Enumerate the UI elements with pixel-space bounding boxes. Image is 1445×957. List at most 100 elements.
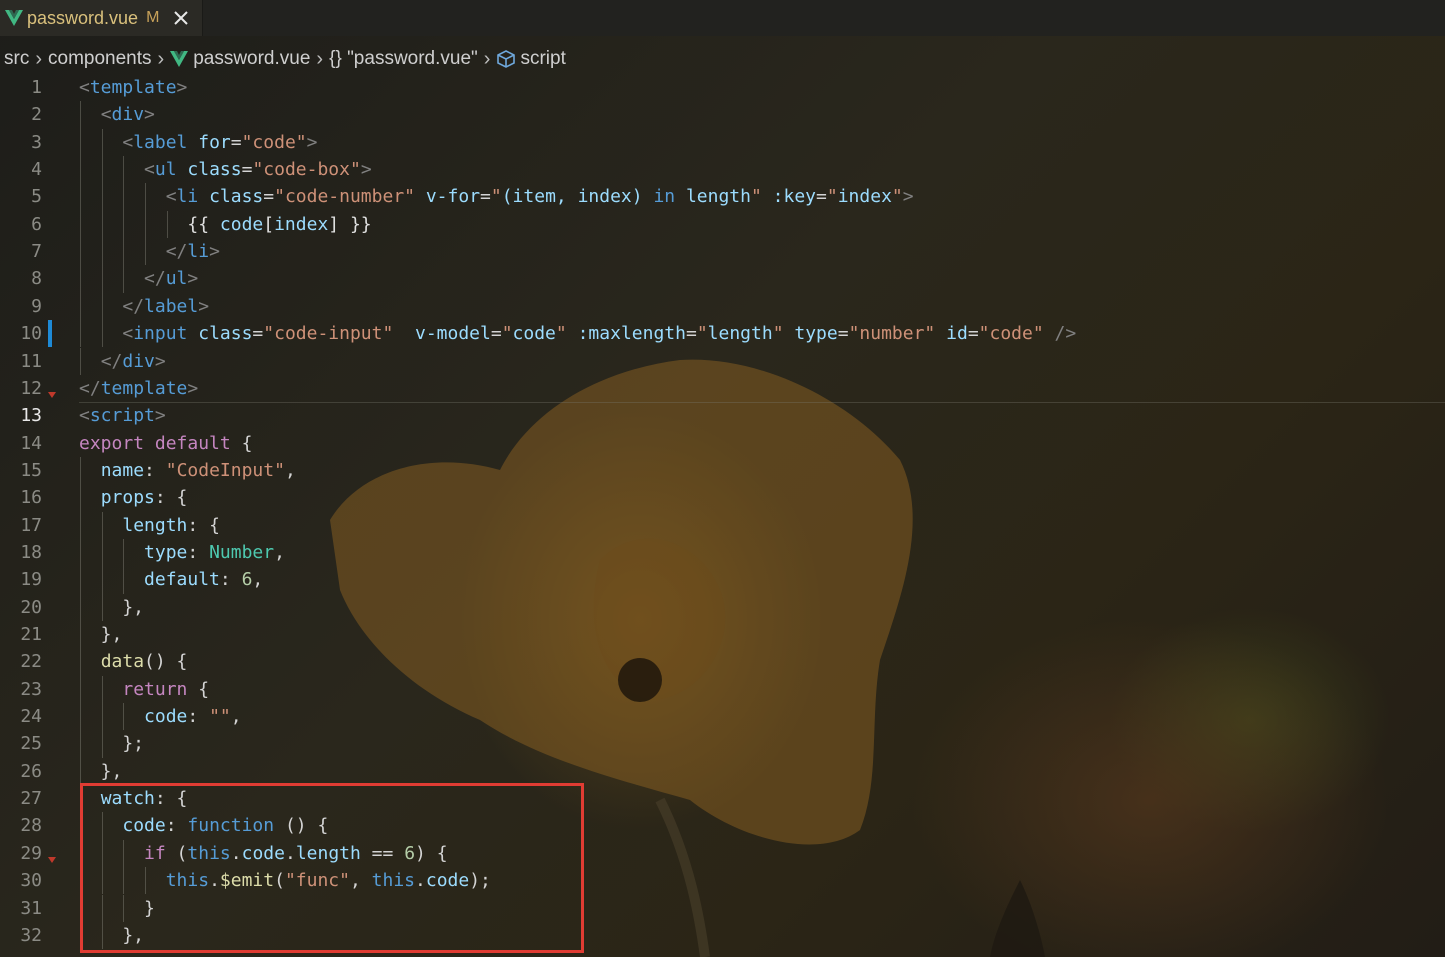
code-line[interactable]: 6 {{ code[index] }}	[0, 210, 1445, 239]
code-line[interactable]: 22 data() {	[0, 648, 1445, 676]
breadcrumb-item-module[interactable]: {} "password.vue"	[329, 48, 478, 70]
code-line[interactable]: 8 </ul>	[0, 265, 1445, 293]
code-line[interactable]: 10 <input class="code-input" v-model="co…	[0, 320, 1445, 348]
code-token: ul	[165, 268, 188, 290]
code-token: <	[144, 159, 155, 181]
close-icon[interactable]	[173, 10, 189, 26]
code-token: ] }}	[328, 213, 372, 235]
line-number: 23	[20, 678, 42, 700]
indent-guide	[145, 210, 147, 239]
code-text: return {	[79, 676, 209, 703]
indent-guide	[101, 593, 103, 621]
code-token: code	[512, 323, 556, 345]
indent-guide	[101, 320, 103, 348]
code-line[interactable]: 20 },	[0, 593, 1445, 621]
code-line[interactable]: 19 default: 6,	[0, 566, 1445, 594]
code-line[interactable]: 15 name: "CodeInput",	[0, 456, 1445, 485]
code-line[interactable]: 2 <div>	[0, 101, 1445, 129]
code-token: (item, index)	[501, 186, 654, 208]
code-text: export default {	[79, 430, 252, 457]
indent-guide	[80, 675, 81, 704]
indent-guide	[80, 593, 81, 621]
code-line[interactable]: 12 </template>	[0, 375, 1445, 402]
code-token: =	[263, 186, 275, 208]
code-token: code	[144, 706, 188, 728]
indent-guide	[80, 210, 81, 239]
line-number: 27	[20, 788, 42, 810]
line-number: 4	[31, 159, 42, 181]
indent-guide	[145, 183, 147, 211]
code-token: "	[750, 186, 762, 208]
code-line[interactable]: 4 <ul class="code-box">	[0, 156, 1445, 184]
breadcrumb-item-src[interactable]: src	[4, 48, 29, 70]
indent-guide	[80, 320, 81, 348]
code-token: in	[653, 186, 676, 208]
indent-guide	[80, 456, 81, 485]
code-line[interactable]: 5 <li class="code-number" v-for="(item, …	[0, 183, 1445, 211]
line-number: 9	[31, 295, 42, 317]
annotation-highlight-box	[80, 783, 584, 953]
indent-guide	[80, 183, 81, 211]
code-token: },	[79, 624, 123, 645]
tab-password-vue[interactable]: password.vue M	[0, 0, 203, 36]
indent-guide	[101, 128, 103, 157]
indent-guide	[101, 265, 103, 293]
code-token: =	[252, 323, 264, 345]
tab-bar: password.vue M	[0, 0, 1445, 36]
indent-guide	[80, 265, 81, 293]
breadcrumb-item-components[interactable]: components	[48, 48, 152, 70]
vue-file-icon	[170, 51, 189, 67]
line-number: 12	[20, 377, 42, 399]
indent-guide	[80, 703, 81, 731]
code-line[interactable]: 11 </div>	[0, 347, 1445, 375]
code-line[interactable]: 21 },	[0, 621, 1445, 649]
code-token: </	[144, 268, 166, 290]
code-line[interactable]: 17 length: {	[0, 511, 1445, 539]
line-number: 10	[20, 323, 42, 345]
code-line[interactable]: 14 export default {	[0, 430, 1445, 457]
code-token: props	[100, 487, 155, 509]
indent-guide	[166, 210, 168, 239]
breadcrumb-item-script[interactable]: script	[520, 48, 565, 70]
code-text: };	[79, 730, 144, 757]
code-line[interactable]: 16 props: {	[0, 484, 1445, 512]
line-number: 13	[20, 405, 42, 427]
code-line[interactable]: 23 return {	[0, 675, 1445, 704]
line-number: 8	[31, 268, 42, 290]
indent-guide	[101, 566, 103, 594]
code-line[interactable]: 3 <label for="code">	[0, 128, 1445, 157]
code-line[interactable]: 26 },	[0, 757, 1445, 786]
code-token: {	[230, 432, 253, 454]
indent-guide	[101, 538, 103, 567]
code-token: >	[187, 377, 199, 399]
code-line[interactable]: 13 <script>	[0, 402, 1445, 429]
code-token: div	[122, 350, 155, 372]
indent-guide	[101, 210, 103, 239]
code-line[interactable]: 9 </label>	[0, 292, 1445, 321]
code-token: "CodeInput"	[165, 459, 285, 481]
code-token: ""	[209, 706, 231, 728]
code-token: : {	[187, 514, 220, 536]
code-token: :	[187, 541, 210, 563]
code-line[interactable]: 24 code: "",	[0, 703, 1445, 731]
line-number: 11	[20, 350, 42, 372]
breadcrumb-item-file[interactable]: password.vue	[193, 48, 310, 70]
indent-guide	[123, 183, 125, 211]
code-line[interactable]: 25 };	[0, 730, 1445, 758]
code-token: :	[219, 569, 242, 591]
code-token: ,	[284, 459, 296, 481]
code-token: <	[122, 131, 134, 153]
code-line[interactable]: 7 </li>	[0, 238, 1445, 266]
code-token: 6	[241, 569, 253, 591]
code-token: :	[144, 459, 166, 481]
code-line[interactable]: 18 type: Number,	[0, 538, 1445, 567]
line-number: 16	[20, 487, 42, 509]
code-line[interactable]: 1 <template>	[0, 74, 1445, 101]
code-text: <label for="code">	[79, 129, 317, 156]
